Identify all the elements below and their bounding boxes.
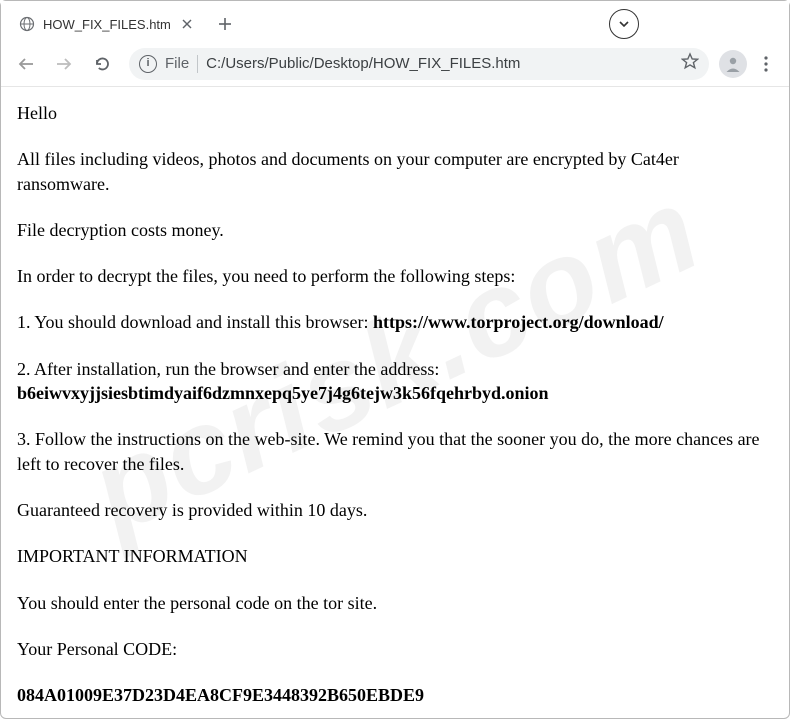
text-steps-intro: In order to decrypt the files, you need … bbox=[17, 264, 773, 288]
url-scheme-chip: File bbox=[165, 55, 189, 72]
plus-icon bbox=[218, 17, 232, 31]
close-icon bbox=[182, 19, 192, 29]
text-enter-code: You should enter the personal code on th… bbox=[17, 591, 773, 615]
nav-forward-button[interactable] bbox=[47, 47, 81, 81]
star-icon bbox=[681, 52, 699, 70]
profile-button[interactable] bbox=[719, 50, 747, 78]
nav-back-button[interactable] bbox=[9, 47, 43, 81]
url-text: C:/Users/Public/Desktop/HOW_FIX_FILES.ht… bbox=[206, 55, 520, 72]
text-code-value: 084A01009E37D23D4EA8CF9E3448392B650EBDE9 bbox=[17, 683, 773, 707]
text-step-2: 2. After installation, run the browser a… bbox=[17, 357, 773, 406]
browser-window: pcrisk.com HOW_FIX_FILES.htm bbox=[0, 0, 790, 719]
tab-search-button[interactable] bbox=[609, 9, 639, 39]
text-hello: Hello bbox=[17, 101, 773, 125]
browser-toolbar: i File C:/Users/Public/Desktop/HOW_FIX_F… bbox=[1, 41, 789, 87]
kebab-icon bbox=[764, 56, 768, 72]
arrow-right-icon bbox=[55, 55, 73, 73]
step-2-line-1: 2. After installation, run the browser a… bbox=[17, 359, 439, 379]
tab-close-button[interactable] bbox=[179, 16, 195, 32]
text-cost: File decryption costs money. bbox=[17, 218, 773, 242]
tab-title: HOW_FIX_FILES.htm bbox=[43, 17, 171, 32]
address-bar[interactable]: i File C:/Users/Public/Desktop/HOW_FIX_F… bbox=[129, 48, 709, 80]
text-step-1: 1. You should download and install this … bbox=[17, 310, 773, 334]
divider bbox=[197, 55, 198, 73]
site-info-icon[interactable]: i bbox=[139, 55, 157, 73]
browser-menu-button[interactable] bbox=[751, 47, 781, 81]
step-2-onion: b6eiwvxyjjsiesbtimdyaif6dzmnxepq5ye7j4g6… bbox=[17, 383, 549, 403]
reload-icon bbox=[93, 55, 111, 73]
tab-strip: HOW_FIX_FILES.htm bbox=[1, 1, 789, 41]
nav-reload-button[interactable] bbox=[85, 47, 119, 81]
text-step-3: 3. Follow the instructions on the web-si… bbox=[17, 427, 773, 476]
step-1-prefix: 1. You should download and install this … bbox=[17, 312, 373, 332]
browser-tab[interactable]: HOW_FIX_FILES.htm bbox=[9, 7, 205, 41]
chevron-down-icon bbox=[619, 21, 629, 27]
text-guarantee: Guaranteed recovery is provided within 1… bbox=[17, 498, 773, 522]
page-body: Hello All files including videos, photos… bbox=[1, 87, 789, 718]
person-icon bbox=[723, 54, 743, 74]
text-intro: All files including videos, photos and d… bbox=[17, 147, 773, 196]
arrow-left-icon bbox=[17, 55, 35, 73]
step-1-link: https://www.torproject.org/download/ bbox=[373, 312, 664, 332]
text-code-label: Your Personal CODE: bbox=[17, 637, 773, 661]
bookmark-button[interactable] bbox=[681, 52, 699, 75]
text-important: IMPORTANT INFORMATION bbox=[17, 544, 773, 568]
new-tab-button[interactable] bbox=[211, 10, 239, 38]
globe-icon bbox=[19, 16, 35, 32]
